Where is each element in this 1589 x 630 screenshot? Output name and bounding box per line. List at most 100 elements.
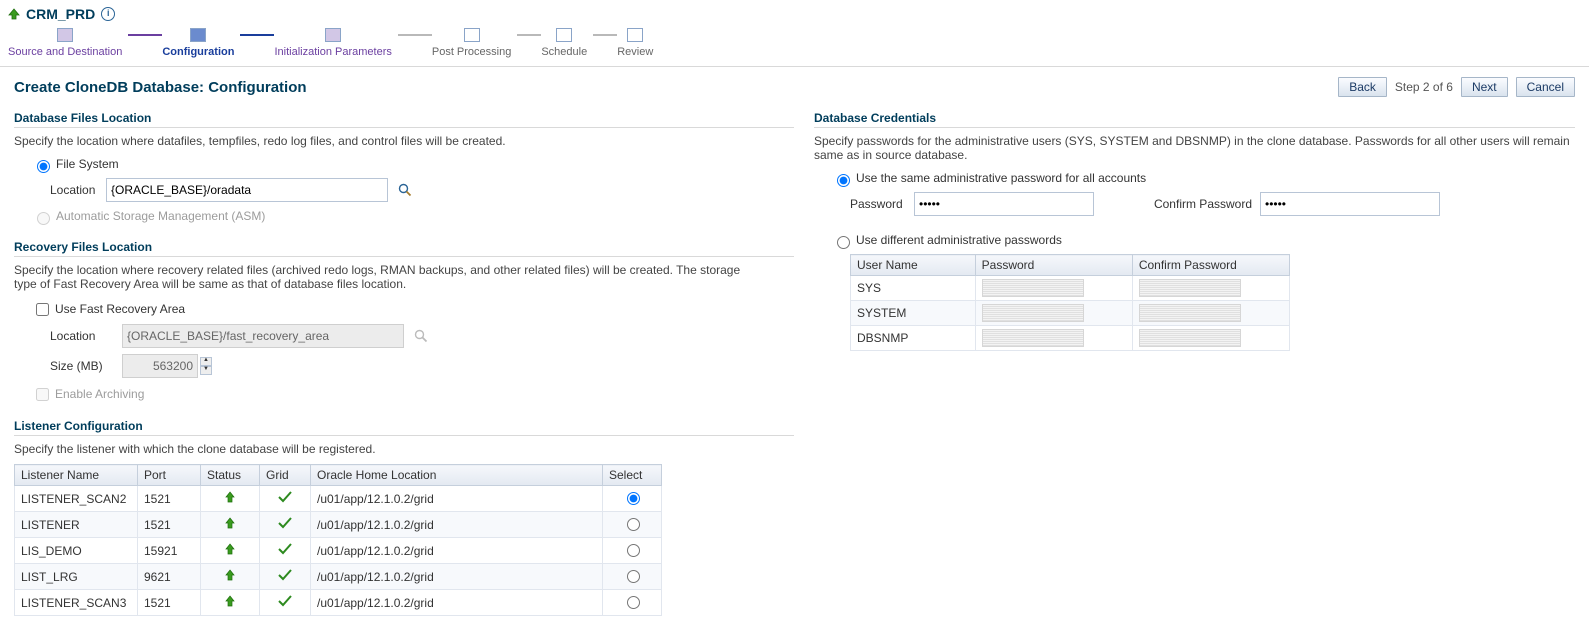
wizard-step-review[interactable]: Review xyxy=(617,28,653,58)
next-button[interactable]: Next xyxy=(1461,77,1508,97)
col-select: Select xyxy=(603,465,662,486)
listener-name: LIST_LRG xyxy=(15,564,138,590)
table-row: SYSTEM xyxy=(851,301,1290,326)
wizard-connector xyxy=(517,34,541,36)
listener-port: 1521 xyxy=(138,512,201,538)
checkbox-enable-archiving-label: Enable Archiving xyxy=(55,387,144,401)
cred-password-disabled xyxy=(982,279,1084,297)
fra-size-input xyxy=(122,354,198,378)
col-port: Port xyxy=(138,465,201,486)
wizard-step-post-processing[interactable]: Post Processing xyxy=(432,28,511,58)
listener-table: Listener Name Port Status Grid Oracle Ho… xyxy=(14,464,662,616)
info-icon[interactable]: i xyxy=(101,7,115,21)
cred-confirm-password-disabled xyxy=(1139,304,1241,322)
radio-asm-label: Automatic Storage Management (ASM) xyxy=(56,209,265,223)
cred-user: SYSTEM xyxy=(851,301,976,326)
table-row: LIST_LRG9621/u01/app/12.1.0.2/grid xyxy=(15,564,662,590)
cred-confirm-password-disabled xyxy=(1139,329,1241,347)
radio-diff-passwords[interactable] xyxy=(837,236,850,249)
checkmark-icon xyxy=(278,543,292,558)
listener-select-radio[interactable] xyxy=(627,570,640,583)
confirm-password-input[interactable] xyxy=(1260,192,1440,216)
cancel-button[interactable]: Cancel xyxy=(1516,77,1575,97)
wizard-step-source-destination[interactable]: Source and Destination xyxy=(8,28,122,58)
status-up-icon xyxy=(224,491,236,506)
radio-file-system[interactable] xyxy=(37,160,50,173)
wizard-connector xyxy=(128,34,162,36)
wizard-connector xyxy=(240,34,274,36)
table-row: LISTENER_SCAN21521/u01/app/12.1.0.2/grid xyxy=(15,486,662,512)
page-heading-row: Create CloneDB Database: Configuration B… xyxy=(0,75,1589,101)
wizard-step-schedule[interactable]: Schedule xyxy=(541,28,587,58)
table-row: DBSNMP xyxy=(851,326,1290,351)
table-row: SYS xyxy=(851,276,1290,301)
search-icon xyxy=(414,329,428,343)
listener-port: 1521 xyxy=(138,486,201,512)
table-row: LISTENER_SCAN31521/u01/app/12.1.0.2/grid xyxy=(15,590,662,616)
credentials-table: User Name Password Confirm Password SYSS… xyxy=(850,254,1290,351)
back-button[interactable]: Back xyxy=(1338,77,1387,97)
radio-same-password[interactable] xyxy=(837,174,850,187)
target-db-title: CRM_PRD i xyxy=(8,6,1581,22)
section-credentials-heading: Database Credentials xyxy=(814,111,1575,125)
listener-name: LISTENER xyxy=(15,512,138,538)
listener-name: LISTENER_SCAN2 xyxy=(15,486,138,512)
checkbox-use-fra[interactable] xyxy=(36,303,49,316)
search-icon[interactable] xyxy=(398,183,412,197)
col-user-name: User Name xyxy=(851,255,976,276)
col-user-password: Password xyxy=(975,255,1132,276)
listener-select-radio[interactable] xyxy=(627,518,640,531)
checkmark-icon xyxy=(278,595,292,610)
listener-status xyxy=(201,564,260,590)
db-files-location-input[interactable] xyxy=(106,178,388,202)
col-listener-name: Listener Name xyxy=(15,465,138,486)
listener-select-radio[interactable] xyxy=(627,596,640,609)
credentials-desc: Specify passwords for the administrative… xyxy=(814,134,1574,162)
password-label: Password xyxy=(850,197,914,211)
listener-grid xyxy=(260,486,311,512)
listener-grid xyxy=(260,564,311,590)
listener-grid xyxy=(260,590,311,616)
col-grid: Grid xyxy=(260,465,311,486)
listener-status xyxy=(201,590,260,616)
status-up-icon xyxy=(224,543,236,558)
listener-status xyxy=(201,512,260,538)
listener-port: 15921 xyxy=(138,538,201,564)
cred-password-disabled xyxy=(982,329,1084,347)
listener-home: /u01/app/12.1.0.2/grid xyxy=(311,564,603,590)
page-title: Create CloneDB Database: Configuration xyxy=(14,79,307,96)
listener-port: 9621 xyxy=(138,564,201,590)
target-up-icon xyxy=(8,8,20,20)
wizard-nav-buttons: Back Step 2 of 6 Next Cancel xyxy=(1330,77,1575,97)
target-db-name: CRM_PRD xyxy=(26,6,95,22)
listener-home: /u01/app/12.1.0.2/grid xyxy=(311,590,603,616)
radio-same-password-label: Use the same administrative password for… xyxy=(856,171,1146,185)
checkbox-enable-archiving xyxy=(36,388,49,401)
table-row: LISTENER1521/u01/app/12.1.0.2/grid xyxy=(15,512,662,538)
recovery-desc: Specify the location where recovery rela… xyxy=(14,263,754,291)
size-spinner: ▲▼ xyxy=(200,357,212,375)
col-home: Oracle Home Location xyxy=(311,465,603,486)
checkmark-icon xyxy=(278,491,292,506)
page-header: CRM_PRD i xyxy=(0,0,1589,22)
confirm-password-label: Confirm Password xyxy=(1122,197,1252,211)
listener-home: /u01/app/12.1.0.2/grid xyxy=(311,486,603,512)
status-up-icon xyxy=(224,517,236,532)
section-db-files-heading: Database Files Location xyxy=(14,111,794,125)
db-files-desc: Specify the location where datafiles, te… xyxy=(14,134,754,148)
table-row: LIS_DEMO15921/u01/app/12.1.0.2/grid xyxy=(15,538,662,564)
fra-location-input xyxy=(122,324,404,348)
col-status: Status xyxy=(201,465,260,486)
listener-port: 1521 xyxy=(138,590,201,616)
listener-name: LISTENER_SCAN3 xyxy=(15,590,138,616)
cred-user: SYS xyxy=(851,276,976,301)
checkmark-icon xyxy=(278,517,292,532)
cred-user: DBSNMP xyxy=(851,326,976,351)
wizard-step-configuration[interactable]: Configuration xyxy=(162,28,234,58)
password-input[interactable] xyxy=(914,192,1094,216)
radio-diff-passwords-label: Use different administrative passwords xyxy=(856,233,1062,247)
listener-select-radio[interactable] xyxy=(627,492,640,505)
fra-size-label: Size (MB) xyxy=(50,359,122,373)
listener-select-radio[interactable] xyxy=(627,544,640,557)
wizard-step-init-params[interactable]: Initialization Parameters xyxy=(274,28,391,58)
